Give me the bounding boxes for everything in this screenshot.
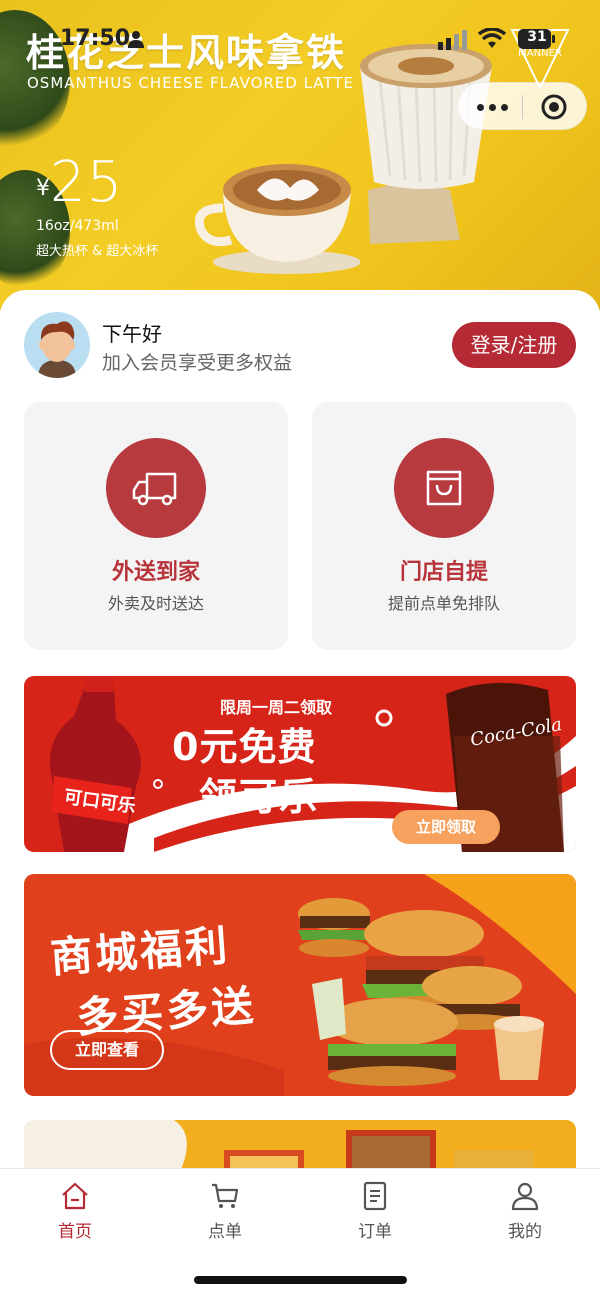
- truck-icon: [132, 472, 177, 506]
- tab-profile[interactable]: 我的: [475, 1181, 575, 1242]
- free-cola-banner[interactable]: 可口可乐 Coca-Cola 限周一周二领取 0元免费 领可乐 立即领取: [24, 676, 576, 852]
- person-icon: [511, 1182, 539, 1211]
- member-benefit-text: 加入会员享受更多权益: [102, 352, 293, 374]
- hero-price: ¥25: [36, 150, 123, 215]
- avatar-face-icon: [38, 321, 76, 378]
- pickup-title: 门店自提: [399, 560, 488, 585]
- delivery-service-card[interactable]: 外送到家 外卖及时送达: [24, 402, 288, 650]
- status-bar: 17:50 31: [0, 0, 600, 70]
- close-miniprogram-button[interactable]: [540, 93, 568, 121]
- tab-profile-label: 我的: [508, 1222, 542, 1242]
- tab-home[interactable]: 首页: [25, 1181, 125, 1242]
- delivery-subtitle: 外卖及时送达: [107, 594, 204, 613]
- more-options-button[interactable]: [472, 94, 512, 120]
- miniprogram-capsule: [457, 82, 587, 130]
- pickup-icon-circle: [394, 438, 494, 538]
- capsule-divider: [522, 95, 523, 119]
- login-register-button[interactable]: 登录/注册: [452, 322, 576, 368]
- cellular-signal-icon: [438, 30, 467, 50]
- battery-level: 31: [527, 29, 547, 45]
- dot-icon: [476, 103, 484, 111]
- status-time: 17:50: [60, 26, 131, 51]
- price-value: 25: [50, 150, 124, 215]
- tab-home-label: 首页: [58, 1222, 92, 1242]
- avatar[interactable]: [24, 312, 90, 378]
- mall-benefits-banner[interactable]: 商城福利 多买多送 立即查看: [24, 874, 576, 1096]
- cart-icon: [212, 1183, 239, 1208]
- pickup-service-card[interactable]: 门店自提 提前点单免排队: [312, 402, 576, 650]
- snacks-banner-art: [174, 1120, 576, 1170]
- tab-orders[interactable]: 订单: [325, 1181, 425, 1242]
- pickup-subtitle: 提前点单免排队: [387, 594, 500, 613]
- cola-promo-period: 限周一周二领取: [220, 698, 333, 717]
- delivery-icon-circle: [106, 438, 206, 538]
- cola-bottle-image: 可口可乐: [49, 678, 141, 852]
- home-indicator[interactable]: [194, 1276, 407, 1284]
- delivery-title: 外送到家: [111, 560, 200, 585]
- home-icon: [62, 1182, 88, 1210]
- currency-symbol: ¥: [36, 176, 50, 201]
- hero-subtitle: OSMANTHUS CHEESE FLAVORED LATTE: [27, 74, 354, 92]
- main-content: 下午好 加入会员享受更多权益 登录/注册 外送到家 外卖及时送达 门店自提 提前…: [0, 290, 600, 1170]
- greeting-text: 下午好: [102, 322, 162, 346]
- claim-now-button[interactable]: 立即领取: [392, 810, 500, 844]
- dot-icon: [500, 103, 508, 111]
- view-now-button[interactable]: 立即查看: [50, 1030, 164, 1070]
- tab-order-label: 点单: [208, 1222, 242, 1242]
- hero-cup-options: 超大热杯 & 超大冰杯: [36, 244, 159, 259]
- tab-order[interactable]: 点单: [175, 1181, 275, 1242]
- user-section: 下午好 加入会员享受更多权益 登录/注册: [24, 312, 576, 378]
- cola-headline: 0元免费: [172, 725, 317, 769]
- bag-icon: [426, 470, 462, 506]
- person-status-icon: [128, 31, 144, 48]
- cola-headline-2: 领可乐: [199, 775, 320, 819]
- tab-orders-label: 订单: [358, 1222, 392, 1242]
- hero-size: 16oz/473ml: [36, 218, 119, 234]
- wifi-icon: [478, 28, 506, 48]
- iced-latte-cup-image: [360, 44, 492, 244]
- latte-cup-image: [195, 164, 360, 274]
- document-icon: [363, 1181, 387, 1211]
- snacks-banner[interactable]: [24, 1120, 576, 1170]
- dot-icon: [488, 103, 496, 111]
